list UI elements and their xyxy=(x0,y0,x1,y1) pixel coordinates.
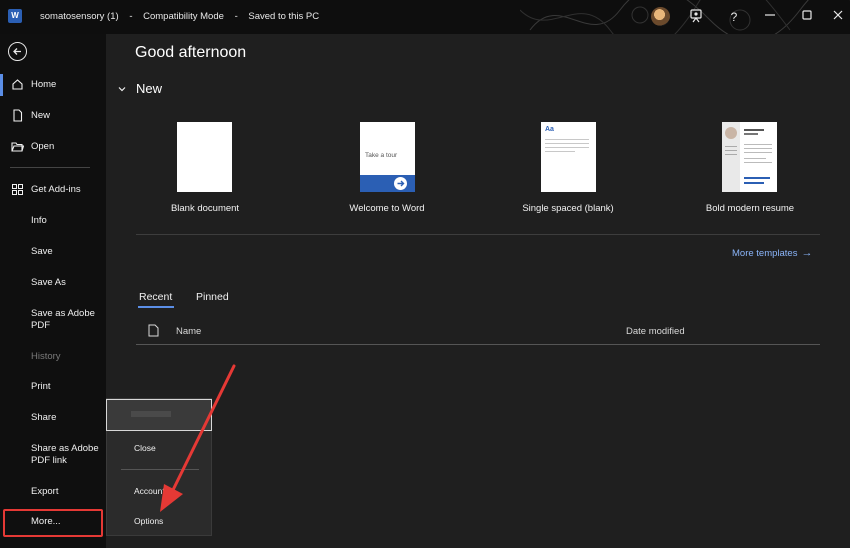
add-ins-grid-icon xyxy=(12,184,23,195)
more-annotation-box xyxy=(3,509,103,537)
sidebar-item-label: Share as Adobe PDF link xyxy=(31,443,99,466)
single-spaced-thumbnail: Aa xyxy=(541,122,596,192)
new-section-heading: New xyxy=(136,81,163,96)
home-icon xyxy=(12,79,23,90)
arrow-right-icon: → xyxy=(801,247,813,259)
sidebar-item-print[interactable]: Print xyxy=(0,380,106,396)
column-header-name[interactable]: Name xyxy=(176,326,201,337)
sidebar-item-export[interactable]: Export xyxy=(0,485,106,501)
sidebar-divider xyxy=(10,167,90,168)
column-header-date-modified[interactable]: Date modified xyxy=(626,326,685,337)
menu-item-account[interactable]: Account xyxy=(134,486,165,496)
template-label: Single spaced (blank) xyxy=(522,203,614,214)
blank-document-thumbnail xyxy=(177,122,232,192)
resume-accent-bar xyxy=(744,182,764,184)
back-arrow-icon xyxy=(13,48,21,55)
bold-modern-resume-thumbnail xyxy=(722,122,777,192)
minimize-icon[interactable] xyxy=(762,9,778,25)
text-line xyxy=(744,144,772,145)
sidebar-item-label: Home xyxy=(31,79,57,90)
sidebar-item-label: Open xyxy=(31,141,55,152)
word-app-icon: W xyxy=(8,9,22,23)
sidebar-item-label: New xyxy=(31,110,51,121)
text-line xyxy=(744,162,772,163)
sidebar-item-label: Export xyxy=(31,486,59,497)
template-label: Bold modern resume xyxy=(705,203,795,214)
more-popup-menu: Close Account Options xyxy=(106,398,212,536)
sidebar-item-history: History xyxy=(0,350,106,366)
new-document-icon xyxy=(13,109,23,122)
table-header-divider xyxy=(136,344,820,345)
dash-separator: - xyxy=(234,11,238,22)
more-templates-label: More templates xyxy=(732,248,798,259)
sidebar-item-share-as-adobe-pdf-link[interactable]: Share as Adobe PDF link xyxy=(0,442,106,470)
maximize-icon[interactable] xyxy=(799,9,815,25)
compatibility-mode-label: Compatibility Mode xyxy=(143,11,224,22)
active-tab-underline xyxy=(138,306,174,308)
text-line xyxy=(744,152,772,153)
resume-name-line xyxy=(744,129,764,131)
text-line xyxy=(545,151,575,152)
tab-recent[interactable]: Recent xyxy=(139,291,172,303)
sidebar-item-home[interactable]: Home xyxy=(0,78,106,94)
sidebar-item-save-as[interactable]: Save As xyxy=(0,276,106,292)
sidebar-item-label: Save as Adobe PDF xyxy=(31,308,95,331)
save-status: Saved to this PC xyxy=(248,11,320,22)
coauthoring-icon[interactable] xyxy=(688,9,704,25)
home-pane: Good afternoon New Blank document Take a… xyxy=(106,34,850,548)
text-line xyxy=(744,158,766,159)
arrow-right-icon xyxy=(394,177,407,190)
tab-pinned[interactable]: Pinned xyxy=(196,291,229,303)
resume-photo xyxy=(725,127,737,139)
text-line xyxy=(725,150,737,151)
text-line xyxy=(545,147,589,148)
template-label: Welcome to Word xyxy=(349,203,425,214)
user-avatar[interactable] xyxy=(651,7,670,26)
sidebar-item-label: Print xyxy=(31,381,51,392)
document-icon xyxy=(148,324,159,337)
sidebar-item-new[interactable]: New xyxy=(0,109,106,125)
template-label: Blank document xyxy=(170,203,240,214)
text-line xyxy=(744,148,772,149)
sidebar-item-share[interactable]: Share xyxy=(0,411,106,427)
folder-open-icon xyxy=(11,142,24,152)
resume-name-line xyxy=(744,133,758,135)
sidebar-item-label: History xyxy=(31,351,61,362)
sidebar-item-label: Share xyxy=(31,412,57,423)
title-bar: W somatosensory (1) - Compatibility Mode… xyxy=(0,0,850,34)
menu-item-highlighted[interactable] xyxy=(106,399,212,431)
sidebar-item-label: Get Add-ins xyxy=(31,184,81,195)
aa-sample-text: Aa xyxy=(545,126,554,133)
sidebar-item-open[interactable]: Open xyxy=(0,140,106,156)
sidebar-item-save-as-adobe-pdf[interactable]: Save as Adobe PDF xyxy=(0,307,106,335)
sidebar-item-get-add-ins[interactable]: Get Add-ins xyxy=(0,183,106,199)
back-button[interactable] xyxy=(8,42,27,61)
chevron-down-icon[interactable] xyxy=(118,85,126,93)
help-icon[interactable]: ? xyxy=(726,9,742,25)
text-line xyxy=(725,154,737,155)
sidebar-item-label: Info xyxy=(31,215,47,226)
text-line xyxy=(545,139,589,140)
resume-accent-bar xyxy=(744,177,770,179)
menu-item-options[interactable]: Options xyxy=(134,516,163,526)
obscured-menu-label xyxy=(131,411,171,417)
menu-divider xyxy=(121,469,199,470)
welcome-to-word-thumbnail: Take a tour xyxy=(360,122,415,192)
dash-separator: - xyxy=(129,11,133,22)
document-name: somatosensory (1) xyxy=(40,11,119,22)
more-templates-link[interactable]: More templates → xyxy=(732,247,812,259)
greeting-heading: Good afternoon xyxy=(135,44,247,61)
sidebar-item-info[interactable]: Info xyxy=(0,214,106,230)
close-icon[interactable] xyxy=(830,9,846,25)
text-line xyxy=(545,143,589,144)
sidebar-item-save[interactable]: Save xyxy=(0,245,106,261)
backstage-sidebar: Home New Open Get Add-ins Info Save Save… xyxy=(0,34,106,548)
text-line xyxy=(725,146,737,147)
section-divider xyxy=(136,234,820,235)
sidebar-item-label: Save As xyxy=(31,277,66,288)
menu-item-close[interactable]: Close xyxy=(134,443,156,453)
take-a-tour-text: Take a tour xyxy=(365,152,398,159)
window-title: somatosensory (1) - Compatibility Mode -… xyxy=(40,11,327,22)
sidebar-item-label: Save xyxy=(31,246,53,257)
